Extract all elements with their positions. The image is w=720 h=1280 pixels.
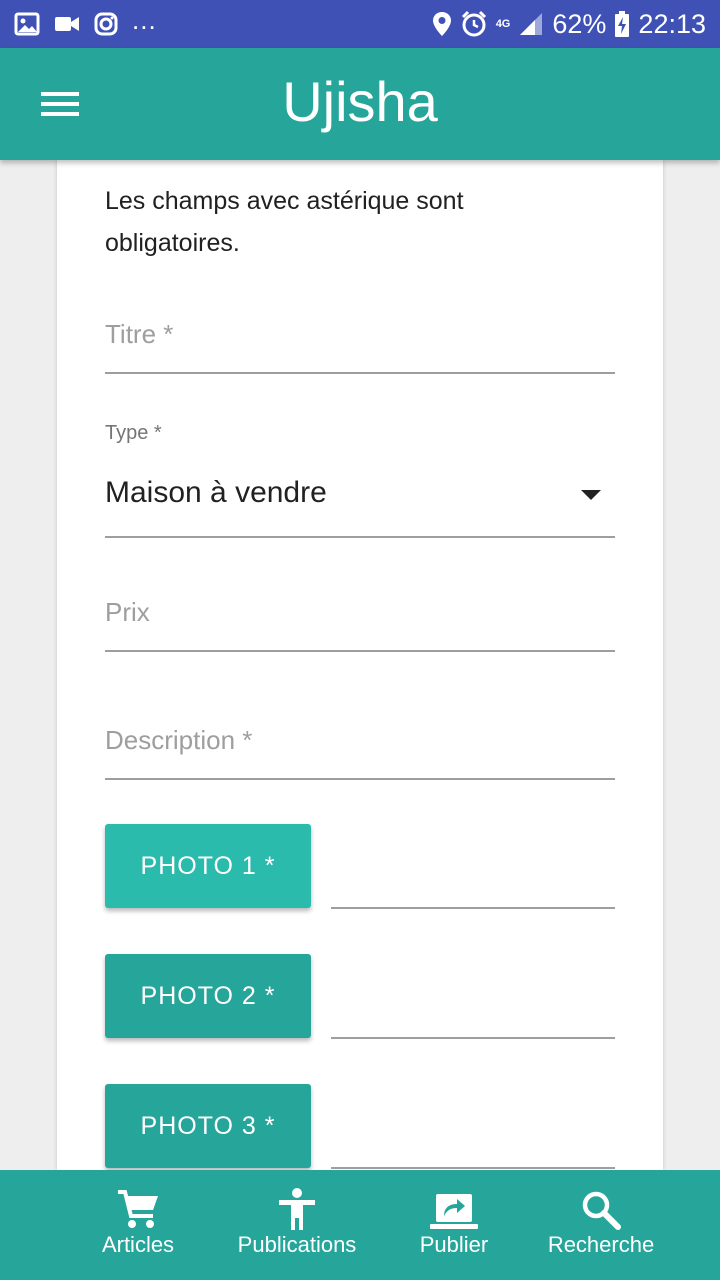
nav-item-recherche[interactable]: Recherche	[547, 1186, 655, 1258]
nav-label-recherche: Recherche	[547, 1232, 655, 1257]
clock: 22:13	[638, 8, 706, 39]
nav-item-publier[interactable]: Publier	[419, 1186, 489, 1258]
signal-icon	[520, 13, 543, 35]
status-bar-notifications: ...	[14, 7, 157, 36]
title-placeholder: Titre *	[105, 319, 174, 349]
title-field[interactable]: Titre *	[105, 300, 615, 374]
photo-2-filename-field	[331, 1037, 615, 1039]
type-value: Maison à vendre	[105, 476, 327, 509]
alarm-icon	[461, 10, 486, 37]
network-type: 4G	[495, 17, 511, 30]
app-title: Ujisha	[282, 70, 438, 133]
price-placeholder: Prix	[105, 597, 150, 627]
nav-item-publications[interactable]: Publications	[236, 1186, 358, 1258]
publish-form-card: Les champs avec astérique sont obligatoi…	[57, 160, 663, 1170]
nav-label-publier: Publier	[419, 1232, 489, 1257]
person-icon	[279, 1188, 315, 1230]
photo-3-button[interactable]: PHOTO 3 *	[105, 1084, 311, 1168]
type-label: Type *	[105, 422, 162, 444]
status-bar-system: 4G 62% 22:13	[432, 9, 706, 40]
photo-3-filename-field	[331, 1167, 615, 1169]
price-field[interactable]: Prix	[105, 578, 615, 652]
more-notifications-indicator: ...	[132, 5, 157, 35]
share-laptop-icon	[430, 1194, 478, 1229]
app-bar: Ujisha	[0, 48, 720, 160]
photo-1-button[interactable]: PHOTO 1 *	[105, 824, 311, 908]
battery-charging-icon	[615, 11, 630, 37]
search-icon	[582, 1191, 621, 1230]
photo-2-button[interactable]: PHOTO 2 *	[105, 954, 311, 1038]
bottom-navigation: Articles Publications Publier Recherche	[0, 1170, 720, 1280]
type-select[interactable]: Type * Maison à vendre	[105, 422, 615, 538]
instagram-icon	[94, 12, 118, 36]
location-icon	[432, 12, 451, 36]
description-field[interactable]: Description *	[105, 706, 615, 780]
nav-item-articles[interactable]: Articles	[100, 1186, 176, 1258]
video-icon	[55, 17, 79, 31]
photo-1-filename-field	[331, 907, 615, 909]
nav-label-articles: Articles	[101, 1232, 175, 1257]
image-icon	[14, 12, 40, 36]
required-fields-notice: Les champs avec astérique sont obligatoi…	[105, 187, 464, 257]
nav-label-publications: Publications	[237, 1232, 357, 1257]
description-placeholder: Description *	[105, 725, 253, 755]
battery-percentage: 62%	[552, 8, 607, 39]
status-bar: ... 4G 62% 22:13	[0, 0, 720, 48]
dropdown-caret-icon	[581, 490, 601, 500]
cart-icon	[118, 1190, 158, 1228]
